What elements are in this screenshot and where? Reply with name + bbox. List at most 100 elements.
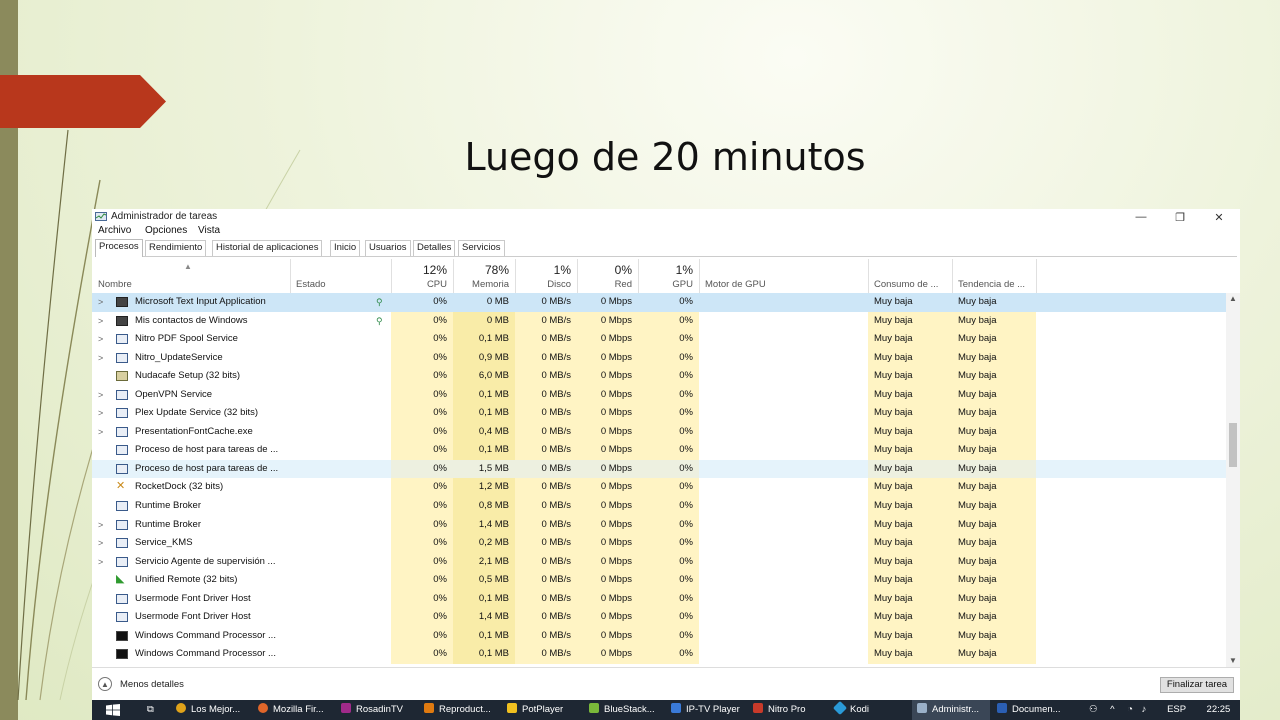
column-name[interactable]: ▲ Nombre xyxy=(92,259,291,293)
scroll-thumb[interactable] xyxy=(1229,423,1237,467)
volume-icon[interactable]: ♪ xyxy=(1142,704,1147,715)
disk-value: 0 MB/s xyxy=(515,534,577,553)
suspended-leaf-icon: ⚲ xyxy=(376,297,383,307)
table-row[interactable]: > PresentationFontCache.exe 0% 0,4 MB 0 … xyxy=(92,422,1226,442)
table-row[interactable]: Runtime Broker 0% 0,8 MB 0 MB/s 0 Mbps 0… xyxy=(92,497,1226,516)
table-row[interactable]: > Service_KMS 0% 0,2 MB 0 MB/s 0 Mbps 0%… xyxy=(92,534,1226,553)
table-row[interactable]: > Plex Update Service (32 bits) 0% 0,1 M… xyxy=(92,404,1226,423)
fewer-details-link[interactable]: Menos detalles xyxy=(120,679,184,690)
table-row[interactable]: Nudacafe Setup (32 bits) 0% 6,0 MB 0 MB/… xyxy=(92,367,1226,386)
language-indicator[interactable]: ESP xyxy=(1167,704,1186,715)
taskbar-item-nitro[interactable]: Nitro Pro xyxy=(753,700,805,720)
table-row[interactable]: > Runtime Broker 0% 1,4 MB 0 MB/s 0 Mbps… xyxy=(92,515,1226,535)
gpu-total: 1% xyxy=(675,263,693,277)
disk-value: 0 MB/s xyxy=(515,552,577,572)
gpu-value: 0% xyxy=(638,422,699,442)
tab-procesos[interactable]: Procesos xyxy=(95,239,143,257)
column-gpu-engine[interactable]: Motor de GPU xyxy=(699,259,869,293)
command-prompt-icon xyxy=(116,649,128,660)
taskbar-item-kodi[interactable]: Kodi xyxy=(832,700,869,720)
menu-archivo[interactable]: Archivo xyxy=(98,225,131,236)
network-value: 0 Mbps xyxy=(577,571,638,590)
table-row[interactable]: Windows Command Processor ... 0% 0,1 MB … xyxy=(92,626,1226,646)
expand-chevron-icon[interactable]: > xyxy=(98,386,103,405)
process-name: Unified Remote (32 bits) xyxy=(135,574,238,586)
disk-value: 0 MB/s xyxy=(515,441,577,460)
system-tray: ⚇ ^ ◔ ♪ ESP 22:25 xyxy=(1089,700,1230,720)
column-network[interactable]: 0% Red xyxy=(577,259,639,293)
table-row[interactable]: Usermode Font Driver Host 0% 0,1 MB 0 MB… xyxy=(92,589,1226,609)
task-view-icon[interactable]: ⧉ xyxy=(147,700,154,720)
table-row[interactable]: Usermode Font Driver Host 0% 1,4 MB 0 MB… xyxy=(92,608,1226,627)
taskbar-item-task-manager[interactable]: Administr... xyxy=(912,700,990,720)
table-row[interactable]: > Servicio Agente de supervisión ... 0% … xyxy=(92,552,1226,572)
power-value: Muy baja xyxy=(868,385,952,405)
gpu-value: 0% xyxy=(638,459,699,479)
taskbar-item-vlc[interactable]: Reproduct... xyxy=(424,700,491,720)
table-row[interactable]: Proceso de host para tareas de ... 0% 1,… xyxy=(92,459,1226,479)
minimize-button[interactable]: — xyxy=(1122,209,1160,225)
chevron-up-icon[interactable]: ▲ xyxy=(98,677,112,691)
column-cpu[interactable]: 12% CPU xyxy=(391,259,454,293)
network-value: 0 Mbps xyxy=(577,459,638,479)
expand-chevron-icon[interactable]: > xyxy=(98,423,103,442)
cpu-value: 0% xyxy=(391,367,453,386)
show-hidden-icons-icon[interactable]: ^ xyxy=(1110,704,1114,715)
expand-chevron-icon[interactable]: > xyxy=(98,312,103,331)
clock[interactable]: 22:25 xyxy=(1207,704,1231,715)
expand-chevron-icon[interactable]: > xyxy=(98,349,103,368)
expand-chevron-icon[interactable]: > xyxy=(98,404,103,423)
taskbar-item-chrome[interactable]: Los Mejor... xyxy=(176,700,240,720)
column-gpu[interactable]: 1% GPU xyxy=(638,259,700,293)
expand-chevron-icon[interactable]: > xyxy=(98,330,103,349)
scroll-down-icon[interactable]: ▼ xyxy=(1226,655,1240,667)
taskbar-item-rosadintv[interactable]: RosadinTV xyxy=(341,700,403,720)
table-row[interactable]: Proceso de host para tareas de ... 0% 0,… xyxy=(92,441,1226,460)
gpu-value: 0% xyxy=(638,385,699,405)
table-row[interactable]: > OpenVPN Service 0% 0,1 MB 0 MB/s 0 Mbp… xyxy=(92,385,1226,405)
table-row[interactable]: > Nitro_UpdateService 0% 0,9 MB 0 MB/s 0… xyxy=(92,348,1226,368)
table-row[interactable]: ◣ Unified Remote (32 bits) 0% 0,5 MB 0 M… xyxy=(92,571,1226,590)
close-button[interactable]: ✕ xyxy=(1200,209,1238,225)
expand-chevron-icon[interactable]: > xyxy=(98,534,103,553)
column-power-trend[interactable]: Tendencia de ... xyxy=(952,259,1037,293)
taskbar-item-potplayer[interactable]: PotPlayer xyxy=(507,700,563,720)
table-row[interactable]: > Nitro PDF Spool Service 0% 0,1 MB 0 MB… xyxy=(92,330,1226,349)
vertical-scrollbar[interactable]: ▲ ▼ xyxy=(1226,293,1240,667)
expand-chevron-icon[interactable]: > xyxy=(98,293,103,312)
table-row[interactable]: ✕ RocketDock (32 bits) 0% 1,2 MB 0 MB/s … xyxy=(92,478,1226,498)
end-task-button[interactable]: Finalizar tarea xyxy=(1160,677,1234,693)
expand-chevron-icon[interactable]: > xyxy=(98,553,103,572)
column-memory[interactable]: 78% Memoria xyxy=(453,259,516,293)
disk-value: 0 MB/s xyxy=(515,515,577,535)
menu-vista[interactable]: Vista xyxy=(198,225,220,236)
disk-total: 1% xyxy=(553,263,571,277)
title-bar[interactable]: Administrador de tareas — ❐ ✕ xyxy=(92,209,1240,225)
tab-historial[interactable]: Historial de aplicaciones xyxy=(212,240,323,256)
people-icon[interactable]: ⚇ xyxy=(1089,704,1098,715)
column-power[interactable]: Consumo de ... xyxy=(868,259,953,293)
process-name: Runtime Broker xyxy=(135,500,201,512)
tab-inicio[interactable]: Inicio xyxy=(330,240,361,256)
expand-chevron-icon[interactable]: > xyxy=(98,516,103,535)
taskbar-item-iptv[interactable]: IP-TV Player xyxy=(671,700,740,720)
scroll-up-icon[interactable]: ▲ xyxy=(1226,293,1240,305)
tab-rendimiento[interactable]: Rendimiento xyxy=(145,240,207,256)
taskbar-item-word[interactable]: Documen... xyxy=(997,700,1061,720)
taskbar-item-bluestacks[interactable]: BlueStack... xyxy=(589,700,655,720)
column-disk[interactable]: 1% Disco xyxy=(515,259,578,293)
table-row[interactable]: Windows Command Processor ... 0% 0,1 MB … xyxy=(92,645,1226,664)
wifi-icon[interactable]: ◔ xyxy=(1127,704,1133,715)
table-row[interactable]: > Mis contactos de Windows ⚲ 0% 0 MB 0 M… xyxy=(92,311,1226,331)
maximize-button[interactable]: ❐ xyxy=(1161,209,1199,225)
taskbar-item-firefox[interactable]: Mozilla Fir... xyxy=(258,700,324,720)
table-row[interactable]: > Microsoft Text Input Application ⚲ 0% … xyxy=(92,293,1226,312)
tab-detalles[interactable]: Detalles xyxy=(413,240,456,256)
windows-start-icon[interactable] xyxy=(106,704,120,716)
tab-servicios[interactable]: Servicios xyxy=(458,240,505,256)
gpu-value: 0% xyxy=(638,330,699,349)
column-status[interactable]: Estado xyxy=(290,259,392,293)
iptv-icon xyxy=(671,703,681,713)
menu-opciones[interactable]: Opciones xyxy=(145,225,187,236)
tab-usuarios[interactable]: Usuarios xyxy=(365,240,411,256)
